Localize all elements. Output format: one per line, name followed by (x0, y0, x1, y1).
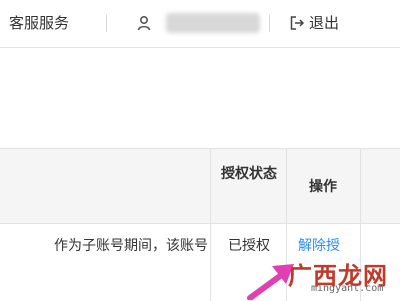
user-icon (137, 15, 151, 31)
logout-icon[interactable] (290, 16, 304, 30)
column-header-auth-status: 授权状态 (221, 166, 277, 182)
column-divider (210, 149, 211, 301)
top-navigation-bar: 客服服务 退出 (0, 0, 400, 48)
nav-divider (269, 14, 270, 32)
column-header-action: 操作 (309, 179, 337, 195)
customer-service-link[interactable]: 客服服务 (9, 12, 69, 34)
watermark-url: mingyanl.com (311, 283, 384, 294)
row-auth-status: 已授权 (228, 238, 270, 254)
nav-divider (106, 14, 107, 32)
revoke-authorization-link[interactable]: 解除授 (298, 235, 354, 257)
username-redacted (166, 13, 260, 33)
row-description: 作为子账号期间，该账号 (54, 238, 208, 254)
logout-button[interactable]: 退出 (309, 12, 339, 34)
